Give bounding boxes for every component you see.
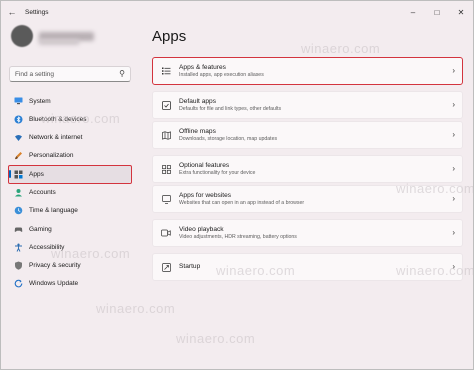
wifi-icon [13,133,23,143]
video-icon [160,227,172,239]
watermark: winaero.com [396,263,474,278]
user-profile[interactable] [11,25,94,47]
card-subtitle: Installed apps, app execution aliases [179,71,264,78]
watermark: winaero.com [96,301,176,316]
video-playback-card[interactable]: Video playback Video adjustments, HDR st… [152,219,463,247]
apps-card-list: Apps & features Installed apps, app exec… [152,57,463,283]
watermark: winaero.com [216,263,296,278]
sidebar-item-label: Time & language [29,207,78,215]
watermark: winaero.com [51,246,131,261]
optional-features-card[interactable]: Optional features Extra functionality fo… [152,155,463,183]
card-subtitle: Extra functionality for your device [179,169,256,176]
card-title: Offline maps [179,127,216,135]
update-icon [13,279,23,289]
apps-highlight-box [8,165,132,184]
chevron-right-icon: › [452,100,455,109]
card-title: Default apps [179,97,217,105]
sidebar-item-network[interactable]: Network & internet [9,129,131,147]
card-title: Apps & features [179,63,226,71]
default-apps-card[interactable]: Default apps Defaults for file and link … [152,91,463,119]
search-icon: ⚲ [119,69,125,78]
chevron-right-icon: › [452,130,455,139]
list-icon [160,65,172,77]
sidebar-item-label: Privacy & security [29,262,81,270]
default-apps-icon [160,99,172,111]
maximize-icon: □ [434,7,440,17]
sidebar-item-label: Accounts [29,188,56,196]
window-title: Settings [25,8,49,16]
offline-maps-card[interactable]: Offline maps Downloads, storage location… [152,121,463,149]
back-button[interactable]: ← [1,1,23,23]
grid-icon [160,163,172,175]
bluetooth-icon [13,114,23,124]
card-subtitle: Defaults for file and link types, other … [179,105,282,112]
window-controls: – □ ✕ [401,1,473,23]
sidebar-item-accounts[interactable]: Accounts [9,183,131,201]
watermark: winaero.com [41,111,121,126]
chevron-right-icon: › [452,66,455,75]
card-subtitle: Video adjustments, HDR streaming, batter… [179,233,297,240]
card-title: Apps for websites [179,191,232,199]
person-icon [13,187,23,197]
shield-icon [13,261,23,271]
chevron-right-icon: › [452,228,455,237]
sidebar-item-label: System [29,97,51,105]
close-icon: ✕ [457,7,465,17]
monitor-icon [13,96,23,106]
card-subtitle: Websites that can open in an app instead… [179,199,305,206]
sidebar-item-time-language[interactable]: Time & language [9,202,131,220]
back-arrow-icon: ← [7,7,17,17]
sidebar-item-gaming[interactable]: Gaming [9,220,131,238]
sidebar-item-label: Network & internet [29,134,83,142]
maximize-button[interactable]: □ [425,1,449,23]
title-bar: ← Settings – □ ✕ [1,1,473,23]
map-icon [160,129,172,141]
sidebar-item-personalization[interactable]: Personalization [9,147,131,165]
sidebar-item-label: Personalization [29,152,74,160]
card-title: Optional features [179,161,230,169]
link-icon [160,193,172,205]
sidebar-item-windows-update[interactable]: Windows Update [9,275,131,293]
avatar [11,25,33,47]
close-button[interactable]: ✕ [449,1,473,23]
startup-icon [160,261,172,273]
globe-clock-icon [13,206,23,216]
card-title: Startup [179,263,201,270]
search-box[interactable]: ⚲ [9,66,131,82]
gamepad-icon [13,224,23,234]
minimize-icon: – [410,7,416,17]
accessibility-icon [13,242,23,252]
card-subtitle: Downloads, storage location, map updates [179,135,278,142]
sidebar-item-label: Gaming [29,225,52,233]
watermark: winaero.com [301,41,381,56]
card-title: Video playback [179,225,224,233]
search-input[interactable] [15,70,115,78]
settings-window: ← Settings – □ ✕ ⚲ System Bluetooth [0,0,474,370]
user-email-blurred [39,39,79,45]
sidebar-item-system[interactable]: System [9,92,131,110]
apps-features-card[interactable]: Apps & features Installed apps, app exec… [152,57,463,85]
brush-icon [13,151,23,161]
minimize-button[interactable]: – [401,1,425,23]
chevron-right-icon: › [452,164,455,173]
watermark: winaero.com [396,181,474,196]
sidebar-item-label: Windows Update [29,280,79,288]
page-title: Apps [152,28,187,45]
